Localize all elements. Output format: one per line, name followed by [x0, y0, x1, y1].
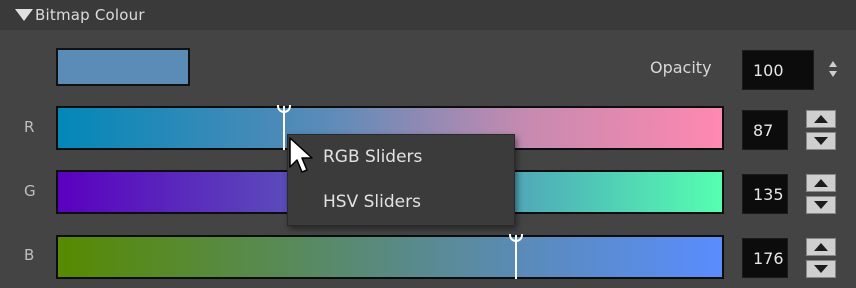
decrement-g-button[interactable] [806, 196, 836, 214]
spinner-b[interactable] [806, 238, 836, 278]
increment-g-button[interactable] [806, 174, 836, 192]
slider-r-handle[interactable] [277, 105, 291, 150]
decrement-b-button[interactable] [806, 260, 836, 278]
spinner-g[interactable] [806, 174, 836, 214]
value-field-r[interactable]: 87 [742, 110, 788, 150]
increment-r-button[interactable] [806, 110, 836, 128]
slider-b[interactable] [56, 234, 724, 279]
opacity-stepper-icon[interactable] [828, 61, 838, 79]
opacity-value: 100 [753, 60, 784, 80]
value-field-g[interactable]: 135 [742, 174, 788, 214]
value-g: 135 [753, 184, 784, 204]
value-b: 176 [753, 248, 784, 268]
slider-b-handle[interactable] [509, 234, 523, 279]
channel-label-b: B [24, 246, 35, 264]
arrow-cursor-icon [289, 137, 313, 173]
value-r: 87 [753, 120, 774, 140]
decrement-r-button[interactable] [806, 132, 836, 150]
section-header[interactable]: Bitmap Colour [0, 0, 856, 30]
section-title: Bitmap Colour [35, 6, 145, 24]
menu-item-rgb-sliders[interactable]: RGB Sliders [288, 135, 514, 180]
slider-mode-context-menu: RGB Sliders HSV Sliders [287, 134, 515, 226]
opacity-label: Opacity [650, 58, 712, 77]
value-field-b[interactable]: 176 [742, 238, 788, 278]
opacity-field[interactable]: 100 [742, 50, 814, 90]
collapse-triangle-icon[interactable] [15, 9, 33, 21]
increment-b-button[interactable] [806, 238, 836, 256]
channel-label-r: R [24, 118, 35, 136]
menu-item-hsv-sliders[interactable]: HSV Sliders [288, 180, 514, 225]
bitmap-colour-panel: Bitmap Colour Opacity 100 R 87 G 135 B 1… [0, 0, 856, 288]
colour-swatch[interactable] [56, 48, 190, 86]
spinner-r[interactable] [806, 110, 836, 150]
channel-label-g: G [24, 182, 36, 200]
